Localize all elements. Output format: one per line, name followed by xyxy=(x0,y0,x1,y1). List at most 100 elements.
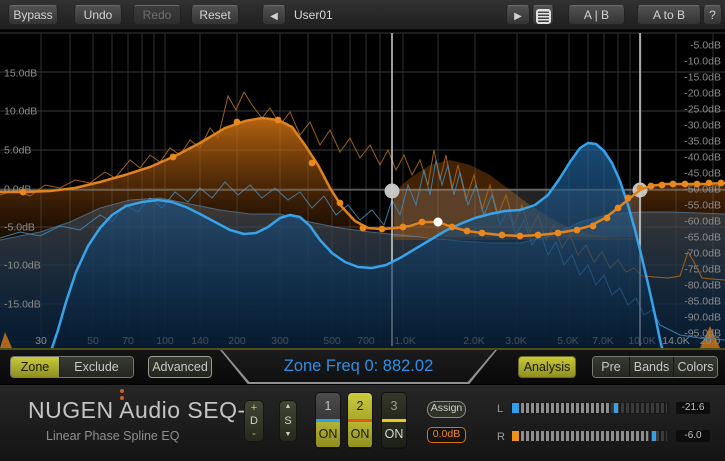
meter-fill-left xyxy=(521,403,610,413)
db-axis-label-right: -5.0dB xyxy=(690,40,721,52)
db-axis-label-right: -20.0dB xyxy=(684,88,721,100)
arrow-left-icon: ◀ xyxy=(270,11,278,22)
delete-node-button[interactable]: + D - xyxy=(244,400,264,442)
band-3-on[interactable]: ON xyxy=(382,422,406,447)
bands-button[interactable]: Bands xyxy=(629,357,673,377)
spline-node[interactable] xyxy=(479,230,486,237)
band-2-button[interactable]: 2 ON xyxy=(347,392,373,449)
arrow-down-icon: ▼ xyxy=(285,431,292,439)
db-axis-label-right: -85.0dB xyxy=(684,296,721,308)
level-meter-right xyxy=(511,430,669,442)
db-axis-label-left: -15.0dB xyxy=(4,299,41,311)
spline-node[interactable] xyxy=(337,200,344,207)
spline-node[interactable] xyxy=(517,233,524,240)
spline-node[interactable] xyxy=(694,181,701,188)
db-axis-label-right: -25.0dB xyxy=(684,104,721,116)
exclude-button[interactable]: Exclude xyxy=(59,357,133,377)
bypass-button[interactable]: Bypass xyxy=(8,5,58,25)
advanced-button[interactable]: Advanced xyxy=(148,356,212,378)
spline-node[interactable] xyxy=(170,154,177,161)
selected-spline-node[interactable] xyxy=(434,218,443,227)
previous-preset-button[interactable]: ◀ xyxy=(262,5,286,25)
db-axis-label-left: 10.0dB xyxy=(4,106,37,118)
eq-graph-canvas[interactable]: 15.0dB10.0dB5.0dB0.0dB-5.0dB-10.0dB-15.0… xyxy=(0,30,725,348)
zone-readout: Zone Freq 0: 882.02 xyxy=(222,350,495,382)
spline-node[interactable] xyxy=(234,119,241,126)
s-label: S xyxy=(284,416,291,427)
spline-node[interactable] xyxy=(648,183,655,190)
db-axis-label-right: -90.0dB xyxy=(684,312,721,324)
freq-axis-label: 20.0 xyxy=(700,335,721,347)
arrow-right-icon: ▶ xyxy=(514,11,522,22)
footer-bar: NUGEN Audio SEQ-S Linear Phase Spline EQ… xyxy=(0,384,725,461)
spline-node[interactable] xyxy=(574,227,581,234)
meter-start-right xyxy=(512,431,519,441)
spline-node[interactable] xyxy=(555,230,562,237)
spline-node[interactable] xyxy=(535,232,542,239)
spline-node[interactable] xyxy=(20,189,27,196)
preset-menu-button[interactable] xyxy=(532,5,554,25)
freq-axis-label: 30 xyxy=(35,335,47,347)
band-1-on[interactable]: ON xyxy=(316,422,340,447)
analysis-button[interactable]: Analysis xyxy=(518,356,576,378)
meter-label-left: L xyxy=(497,403,503,415)
zone-button[interactable]: Zone xyxy=(11,357,59,377)
spline-node[interactable] xyxy=(400,224,407,231)
next-preset-button[interactable]: ▶ xyxy=(506,5,530,25)
band-2-on[interactable]: ON xyxy=(348,422,372,447)
preset-name: User01 xyxy=(294,8,333,22)
meter-label-right: R xyxy=(497,431,505,443)
meter-start-left xyxy=(512,403,519,413)
db-axis-label-right: -40.0dB xyxy=(684,152,721,164)
a-to-b-button[interactable]: A to B xyxy=(637,5,701,25)
help-button[interactable]: ? xyxy=(703,5,722,25)
db-axis-label-right: -65.0dB xyxy=(684,232,721,244)
spline-node[interactable] xyxy=(625,195,632,202)
brand-tagline: Linear Phase Spline EQ xyxy=(46,429,179,443)
arrow-up-icon: ▲ xyxy=(285,403,292,411)
pre-button[interactable]: Pre xyxy=(593,357,629,377)
spline-node[interactable] xyxy=(637,185,644,192)
spline-node[interactable] xyxy=(275,117,282,124)
spline-node[interactable] xyxy=(419,219,426,226)
band-1-button[interactable]: 1 ON xyxy=(315,392,341,449)
spline-node[interactable] xyxy=(590,223,597,230)
db-axis-label-right: -30.0dB xyxy=(684,120,721,132)
db-axis-label-right: -55.0dB xyxy=(684,200,721,212)
spline-node[interactable] xyxy=(604,215,611,222)
db-axis-label-right: -70.0dB xyxy=(684,248,721,260)
band-3-number: 3 xyxy=(382,393,406,419)
spline-node[interactable] xyxy=(670,181,677,188)
assign-button[interactable]: Assign xyxy=(427,401,466,418)
spline-node[interactable] xyxy=(659,182,666,189)
spline-node[interactable] xyxy=(718,180,725,187)
db-axis-label-right: -60.0dB xyxy=(684,216,721,228)
spline-node[interactable] xyxy=(379,226,386,233)
undo-button[interactable]: Undo xyxy=(74,5,122,25)
d-label: D xyxy=(250,416,258,427)
meter-peak-left xyxy=(614,403,618,413)
spline-node[interactable] xyxy=(682,181,689,188)
db-axis-label-right: -10.0dB xyxy=(684,56,721,68)
spline-node[interactable] xyxy=(615,205,622,212)
redo-button[interactable]: Redo xyxy=(133,5,181,25)
freq-axis-label: 14.0K xyxy=(662,335,689,347)
meter-value-right: -6.0 xyxy=(676,430,710,442)
ab-compare-button[interactable]: A | B xyxy=(568,5,625,25)
zone-handle[interactable] xyxy=(385,184,400,199)
level-meter-left xyxy=(511,402,669,414)
colors-button[interactable]: Colors xyxy=(673,357,717,377)
db-axis-label-right: -45.0dB xyxy=(684,168,721,180)
spline-node[interactable] xyxy=(499,232,506,239)
spline-node[interactable] xyxy=(360,225,367,232)
spline-node[interactable] xyxy=(464,228,471,235)
spline-node[interactable] xyxy=(449,224,456,231)
db-axis-label-right: -75.0dB xyxy=(684,264,721,276)
spline-node[interactable] xyxy=(309,160,316,167)
solo-nudge-button[interactable]: ▲ S ▼ xyxy=(279,400,297,442)
eq-graph[interactable]: 15.0dB10.0dB5.0dB0.0dB-5.0dB-10.0dB-15.0… xyxy=(0,30,725,348)
reset-button[interactable]: Reset xyxy=(191,5,239,25)
band-3-button[interactable]: 3 ON xyxy=(381,392,407,449)
gain-readout[interactable]: 0.0dB xyxy=(427,427,466,443)
spline-node[interactable] xyxy=(706,180,713,187)
